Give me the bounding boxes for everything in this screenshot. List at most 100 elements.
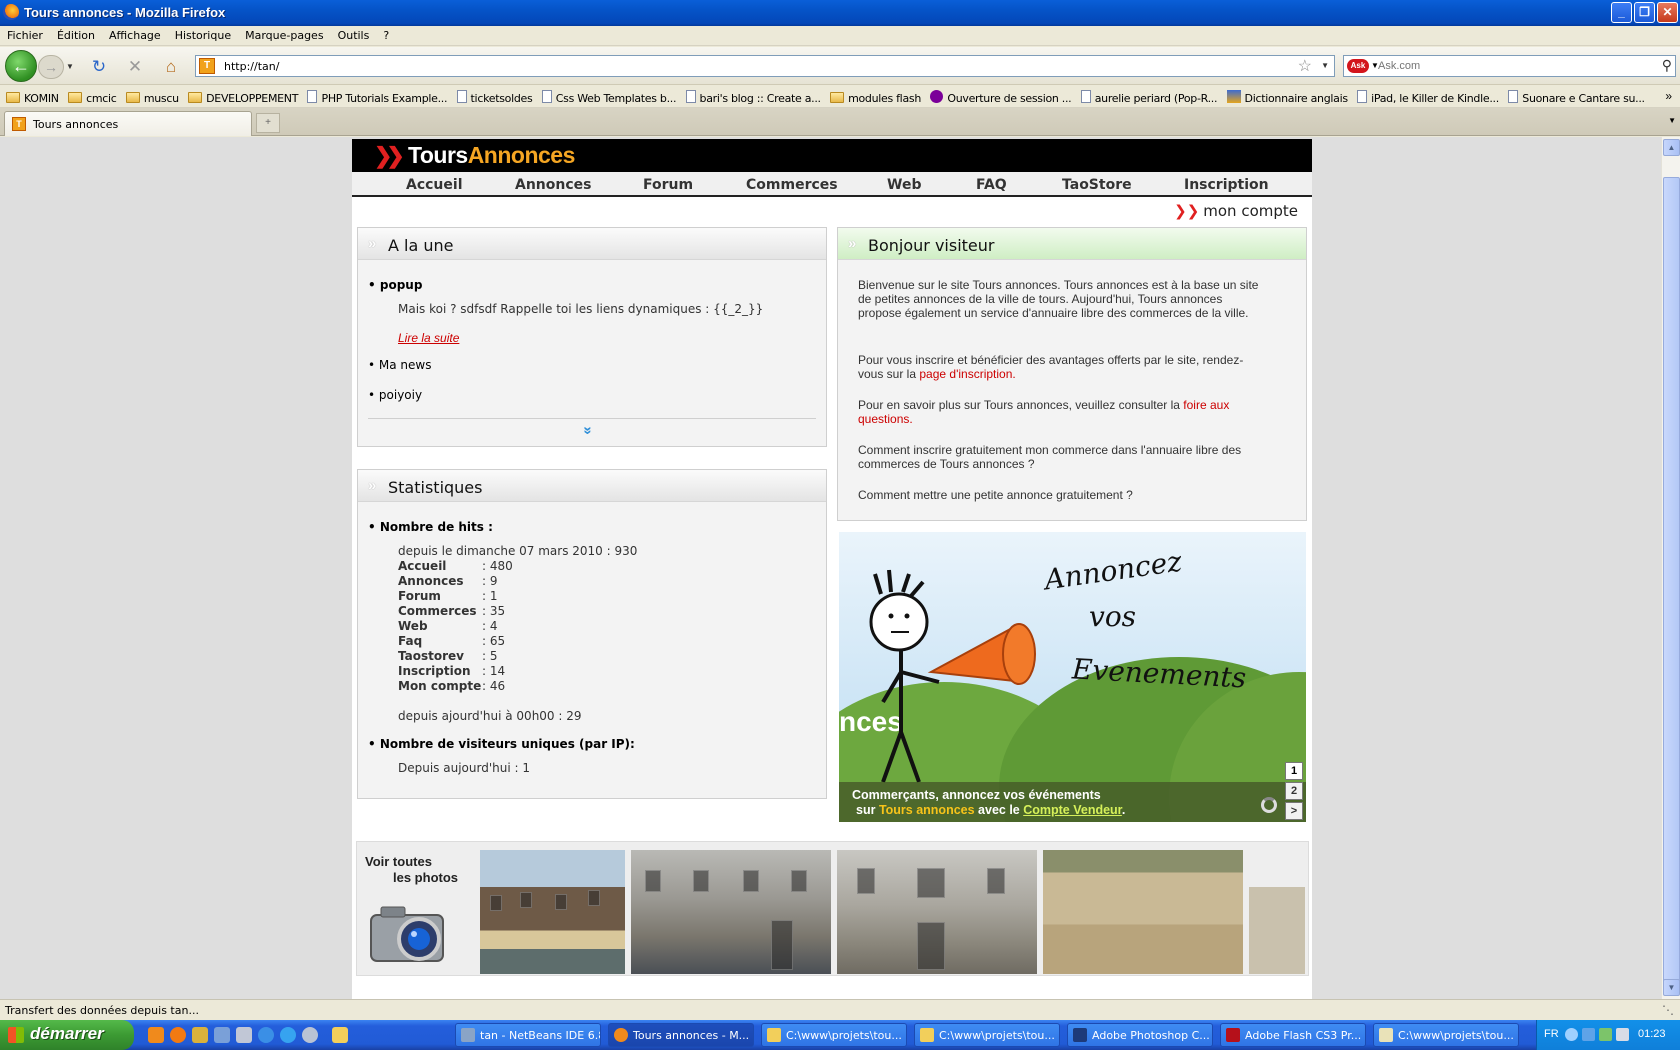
menu-historique[interactable]: Historique [168, 26, 238, 42]
compte-vendeur-link[interactable]: Compte Vendeur [1023, 803, 1122, 817]
site-logo[interactable]: ToursAnnonces [408, 142, 575, 169]
url-bar[interactable]: T http://tan/ ☆ ▼ [195, 55, 1335, 77]
bookmark-baris-blog[interactable]: bari's blog :: Create a... [685, 86, 821, 105]
taskbar-item-firefox[interactable]: Tours annonces - M... [608, 1023, 754, 1047]
search-engine-icon[interactable]: Ask [1347, 59, 1369, 73]
minimize-button[interactable]: _ [1611, 2, 1632, 23]
taskbar-item-explorer-1[interactable]: C:\www\projets\tou... [761, 1023, 907, 1047]
nav-forum[interactable]: Forum [643, 177, 693, 193]
taskbar-item-flash[interactable]: Adobe Flash CS3 Pr... [1220, 1023, 1366, 1047]
search-bar[interactable]: Ask ▼ ⚲ [1343, 55, 1676, 77]
menu-help[interactable]: ? [376, 26, 396, 42]
nav-inscription[interactable]: Inscription [1184, 177, 1269, 193]
list-all-tabs-icon[interactable]: ▼ [1668, 116, 1676, 125]
quicklaunch-app-icon[interactable] [236, 1027, 252, 1043]
quicklaunch-ie-alt-icon[interactable] [280, 1027, 296, 1043]
nav-accueil[interactable]: Accueil [406, 177, 463, 193]
search-icon[interactable]: ⚲ [1662, 57, 1672, 74]
menu-outils[interactable]: Outils [331, 26, 377, 42]
register-business-link[interactable]: Comment inscrire gratuitement mon commer… [858, 443, 1268, 471]
expand-more-icon[interactable]: » [580, 426, 597, 434]
vertical-scrollbar[interactable]: ▲ ▼ [1661, 137, 1680, 999]
nav-taostore[interactable]: TaoStore [1062, 177, 1132, 193]
menu-fichier[interactable]: Fichier [0, 26, 50, 42]
forward-button[interactable]: → [38, 55, 64, 79]
bookmark-komin[interactable]: KOMIN [6, 88, 59, 105]
taskbar-item-explorer-2[interactable]: C:\www\projets\tou... [914, 1023, 1060, 1047]
tray-network-icon[interactable] [1582, 1028, 1595, 1041]
bookmark-css-web-templates[interactable]: Css Web Templates b... [541, 86, 676, 105]
taskbar-item-editor[interactable]: C:\www\projets\tou... [1373, 1023, 1519, 1047]
quicklaunch-user-icon[interactable] [192, 1027, 208, 1043]
photo-thumbnail[interactable] [1249, 850, 1305, 974]
quicklaunch-ie-icon[interactable] [258, 1027, 274, 1043]
scroll-down-icon[interactable]: ▼ [1663, 979, 1680, 996]
bookmark-cmcic[interactable]: cmcic [68, 88, 117, 105]
tray-security-icon[interactable] [1616, 1028, 1629, 1041]
quicklaunch-firefox-icon[interactable] [170, 1027, 186, 1043]
url-text[interactable]: http://tan/ [224, 60, 279, 73]
quicklaunch-chrome-icon[interactable] [148, 1027, 164, 1043]
scroll-up-icon[interactable]: ▲ [1663, 139, 1680, 156]
close-button[interactable]: ✕ [1657, 2, 1678, 23]
mon-compte-link[interactable]: ❯❯ mon compte [1174, 202, 1298, 220]
nav-commerces[interactable]: Commerces [746, 177, 838, 193]
history-dropdown-icon[interactable]: ▼ [66, 62, 74, 71]
bookmark-star-icon[interactable]: ☆ [1298, 56, 1312, 76]
bookmark-aurelie-periard[interactable]: aurelie periard (Pop-R... [1080, 86, 1217, 105]
url-dropdown-icon[interactable]: ▼ [1321, 61, 1329, 70]
scrollbar-thumb[interactable] [1663, 177, 1680, 987]
search-input[interactable] [1378, 58, 1638, 74]
bookmark-dictionnaire-anglais[interactable]: Dictionnaire anglais [1226, 86, 1348, 105]
bookmark-ouverture-session[interactable]: Ouverture de session ... [930, 86, 1072, 105]
maximize-button[interactable]: ❐ [1634, 2, 1655, 23]
resize-grip-icon[interactable]: ⋱ [1662, 1003, 1674, 1017]
slide-2-button[interactable]: 2 [1285, 782, 1303, 800]
photo-thumbnail[interactable] [480, 850, 625, 974]
start-button[interactable]: démarrer [0, 1020, 134, 1050]
nav-web[interactable]: Web [887, 177, 921, 193]
tab-tours-annonces[interactable]: T Tours annonces [4, 111, 252, 136]
menu-edition[interactable]: Édition [50, 26, 102, 42]
post-ad-link[interactable]: Comment mettre une petite annonce gratui… [858, 488, 1268, 502]
see-all-photos-link[interactable]: Voir toutes les photos [365, 854, 458, 886]
menu-marque-pages[interactable]: Marque-pages [238, 26, 330, 42]
reload-icon[interactable]: ↻ [89, 57, 109, 77]
photo-thumbnail[interactable] [631, 850, 831, 974]
language-indicator[interactable]: FR [1544, 1028, 1559, 1040]
taskbar-item-netbeans[interactable]: tan - NetBeans IDE 6.8 [455, 1023, 601, 1047]
bookmarks-overflow-icon[interactable]: » [1665, 89, 1672, 103]
bookmark-modules-flash[interactable]: modules flash [830, 88, 921, 105]
next-slide-button[interactable]: > [1285, 802, 1303, 820]
quicklaunch-media-icon[interactable] [302, 1027, 318, 1043]
camera-icon[interactable] [367, 897, 455, 967]
nav-faq[interactable]: FAQ [976, 177, 1007, 193]
events-banner[interactable]: nces Annoncez vos Evenements Commerçants… [839, 532, 1306, 822]
news-item-title[interactable]: • popup [368, 278, 422, 292]
photo-thumbnail[interactable] [837, 850, 1037, 974]
bookmark-php-tutorials[interactable]: PHP Tutorials Example... [307, 86, 448, 105]
read-more-link[interactable]: Lire la suite [398, 331, 459, 345]
clock[interactable]: 01:23 [1638, 1028, 1666, 1040]
new-tab-button[interactable]: + [256, 113, 280, 133]
bookmark-suonare-cantare[interactable]: Suonare e Cantare su... [1508, 86, 1645, 105]
tray-app-icon[interactable] [1599, 1028, 1612, 1041]
photo-thumbnail[interactable] [1043, 850, 1243, 974]
slide-1-button[interactable]: 1 [1285, 762, 1303, 780]
quicklaunch-folder-icon[interactable] [332, 1027, 348, 1043]
bookmark-muscu[interactable]: muscu [125, 88, 179, 105]
news-item-title[interactable]: • Ma news [368, 358, 431, 372]
tray-chevron-icon[interactable] [1565, 1028, 1578, 1041]
quicklaunch-tools-icon[interactable] [214, 1027, 230, 1043]
window-title-bar[interactable]: Tours annonces - Mozilla Firefox _ ❐ ✕ [0, 0, 1680, 26]
stop-icon[interactable]: ✕ [125, 57, 145, 77]
home-icon[interactable]: ⌂ [161, 57, 181, 77]
menu-affichage[interactable]: Affichage [102, 26, 168, 42]
bookmark-ipad-kindle[interactable]: iPad, le Killer de Kindle... [1357, 86, 1499, 105]
nav-annonces[interactable]: Annonces [515, 177, 591, 193]
back-button[interactable]: ← [5, 50, 37, 82]
signup-link[interactable]: page d'inscription. [919, 367, 1015, 381]
news-item-title[interactable]: • poiyoiy [368, 388, 422, 402]
bookmark-ticketsoldes[interactable]: ticketsoldes [456, 86, 533, 105]
taskbar-item-photoshop[interactable]: Adobe Photoshop C... [1067, 1023, 1213, 1047]
